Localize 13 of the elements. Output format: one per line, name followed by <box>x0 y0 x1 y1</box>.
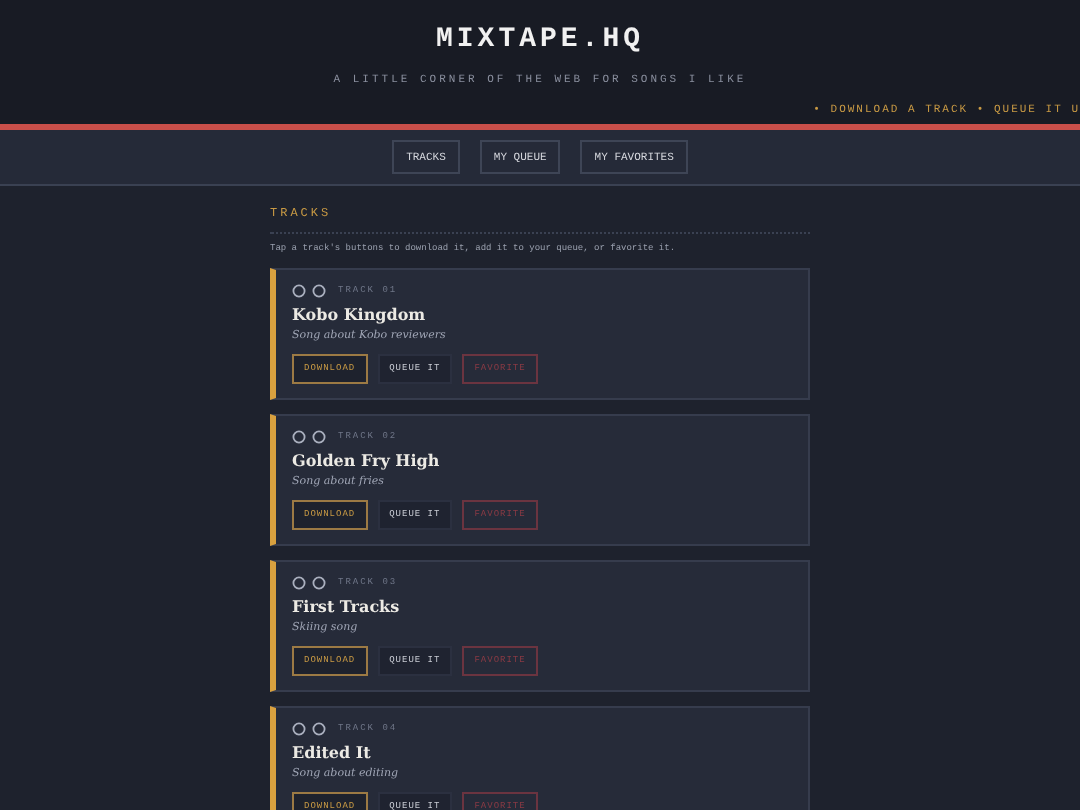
track-title: Edited It <box>292 742 373 762</box>
circle-icon <box>292 576 306 590</box>
track-title: Kobo Kingdom <box>292 304 428 324</box>
circle-icon <box>292 430 306 444</box>
circle-icon <box>292 722 306 736</box>
track-title: First Tracks <box>292 596 402 616</box>
circle-icon <box>292 284 306 298</box>
circle-icon <box>312 284 326 298</box>
circle-icon <box>312 722 326 736</box>
circle-icon <box>312 576 326 590</box>
circle-icon <box>312 430 326 444</box>
track-title: Golden Fry High <box>292 450 442 470</box>
site-title: MIXTAPE.HQ <box>435 24 644 56</box>
